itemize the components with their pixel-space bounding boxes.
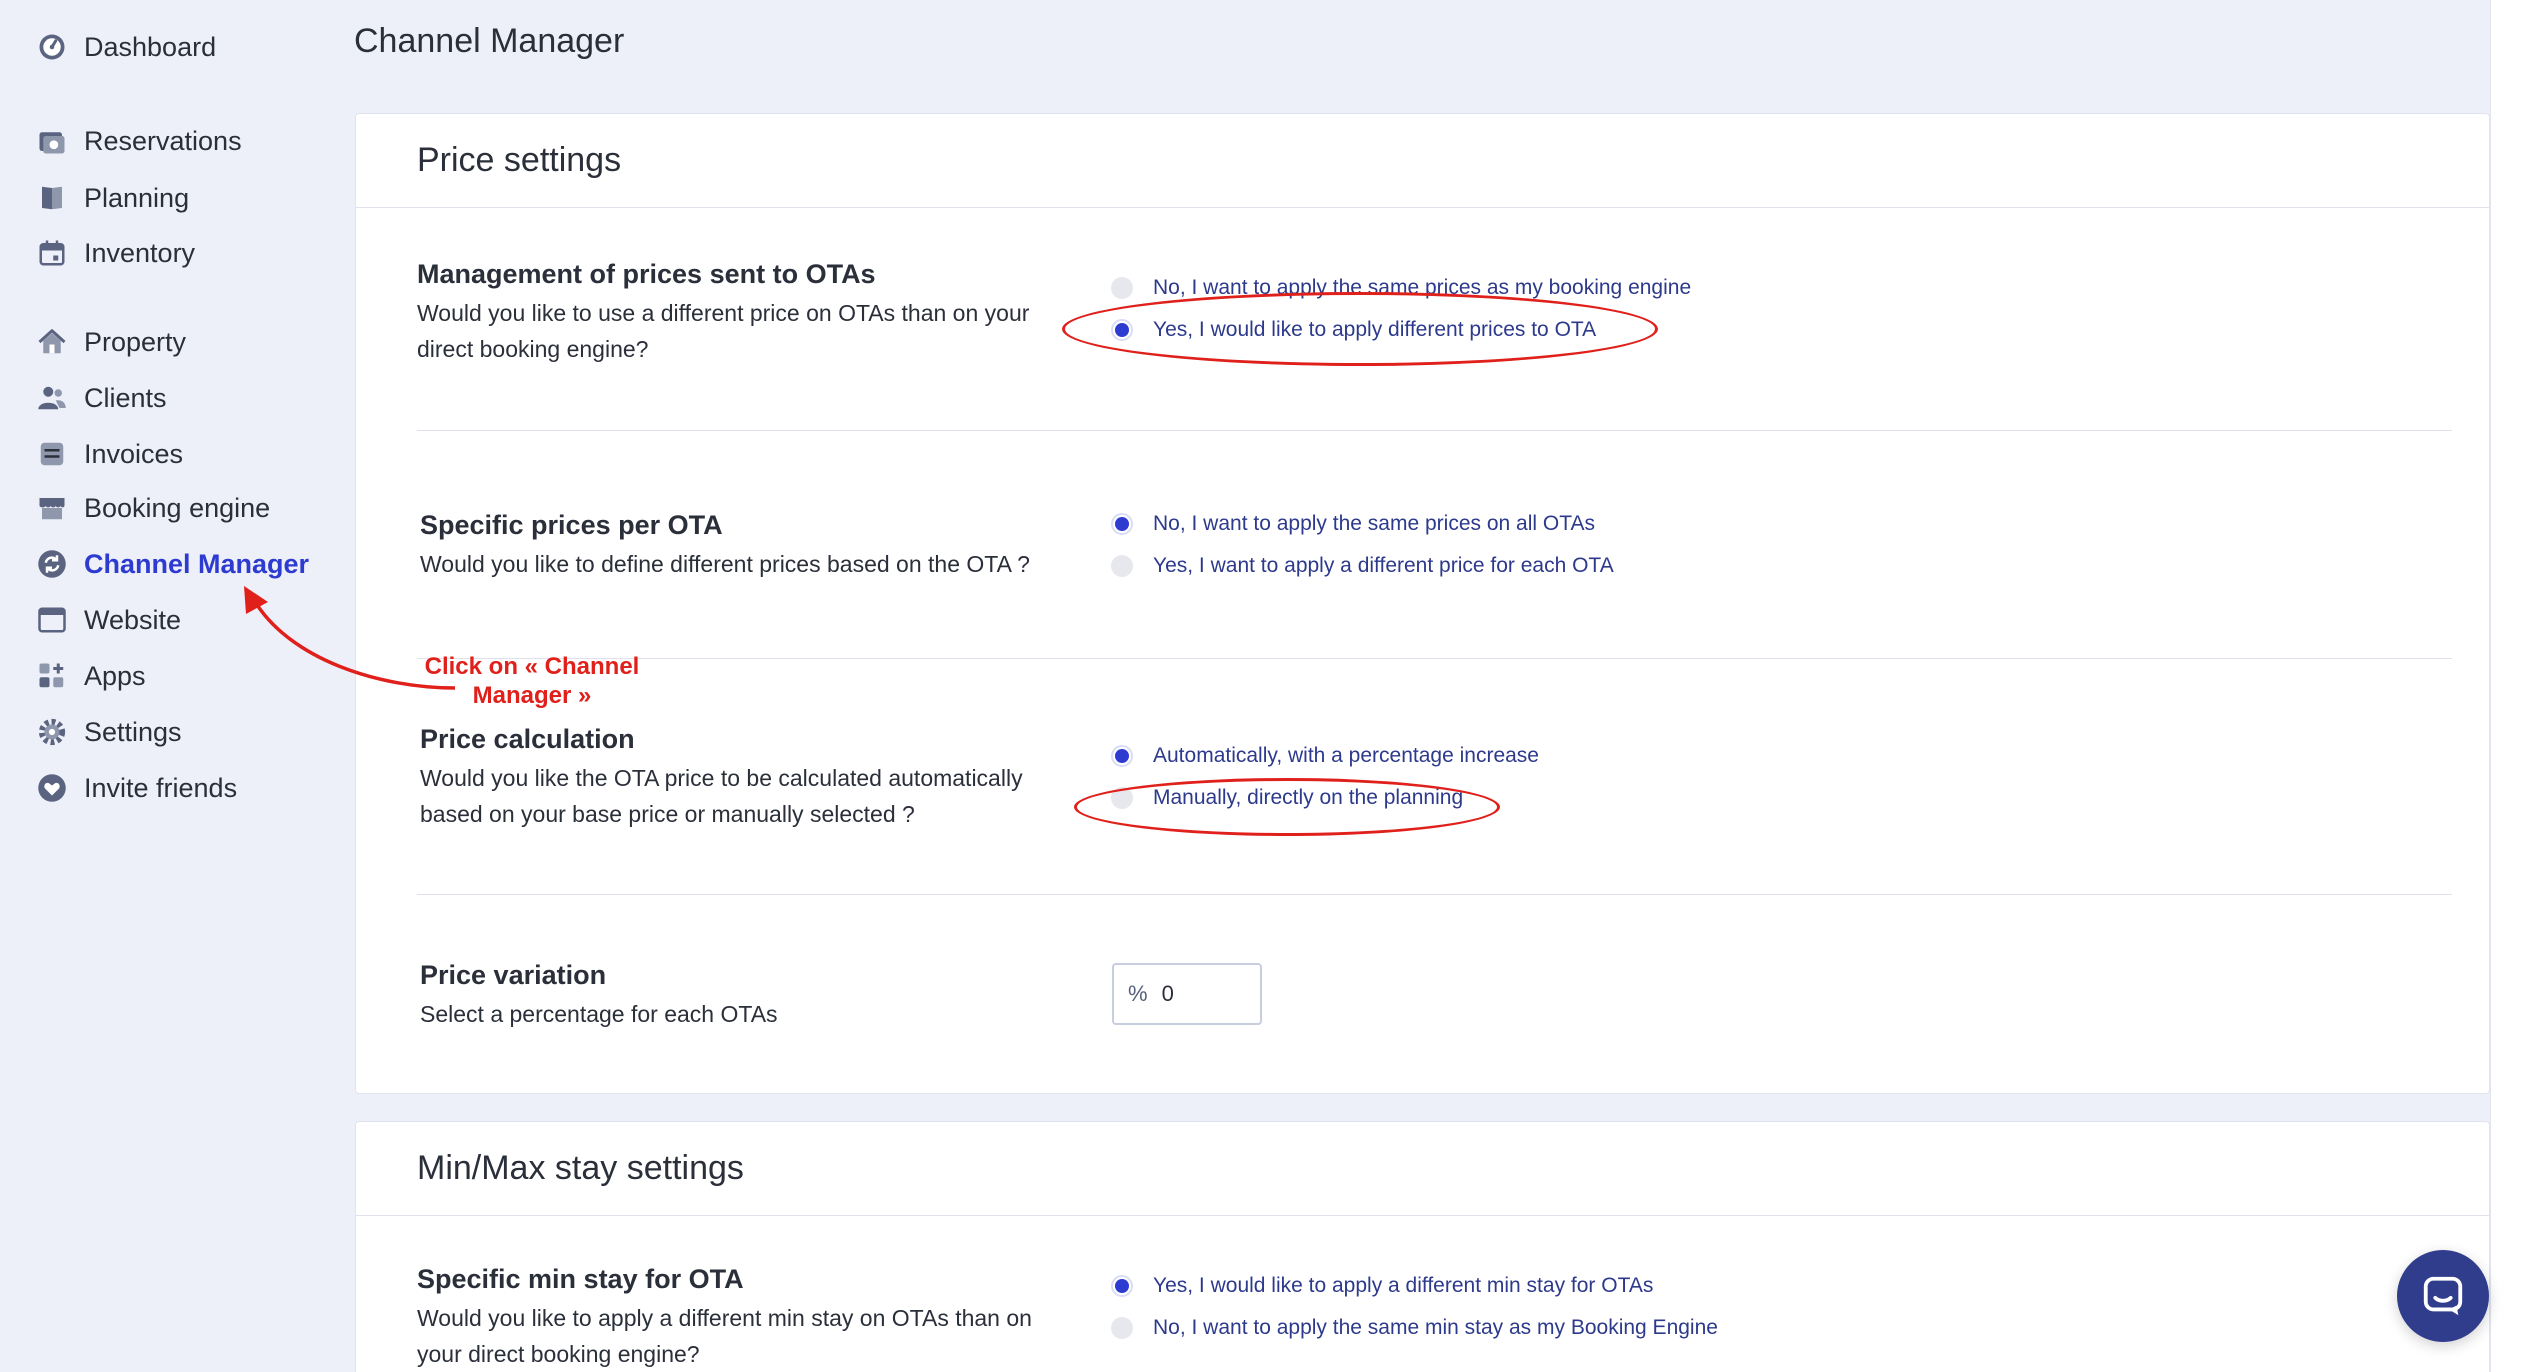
sidebar-item-label: Clients (84, 382, 167, 413)
min-stay-option-same[interactable]: No, I want to apply the same min stay as… (1111, 1316, 1718, 1340)
home-icon (36, 326, 68, 358)
radio-label: Yes, I want to apply a different price f… (1153, 554, 1614, 577)
reservations-icon (36, 125, 68, 157)
sidebar-item-booking-engine[interactable]: Booking engine (36, 486, 270, 530)
sidebar-item-label: Channel Manager (84, 548, 310, 579)
sidebar-item-dashboard[interactable]: Dashboard (36, 25, 216, 69)
sidebar-item-website[interactable]: Website (36, 598, 181, 642)
inventory-icon (36, 237, 68, 269)
sidebar-item-apps[interactable]: Apps (36, 654, 146, 698)
setting-title: Specific min stay for OTA (417, 1264, 744, 1294)
setting-description: Would you like the OTA price to be calcu… (420, 765, 1023, 827)
right-edge-strip (2490, 0, 2524, 1372)
sidebar-item-label: Invoices (84, 438, 184, 469)
setting-title: Price calculation (420, 724, 635, 754)
store-icon (36, 492, 68, 524)
chat-support-button[interactable] (2397, 1250, 2489, 1342)
percent-sign: % (1128, 981, 1148, 1006)
specific-option-different-prices[interactable]: Yes, I want to apply a different price f… (1111, 554, 1614, 578)
setting-title: Specific prices per OTA (420, 510, 723, 540)
sidebar-item-label: Booking engine (84, 492, 271, 523)
radio-label: Yes, I would like to apply a different m… (1153, 1274, 1654, 1297)
sidebar-item-label: Property (84, 326, 187, 357)
sync-icon (36, 548, 68, 580)
setting-description: Would you like to use a different price … (417, 300, 1030, 362)
radio-button[interactable] (1111, 555, 1133, 577)
sidebar-item-label: Reservations (84, 125, 242, 156)
percentage-field[interactable] (1161, 981, 1242, 1007)
specific-option-same-prices[interactable]: No, I want to apply the same prices on a… (1111, 512, 1595, 536)
divider (417, 658, 2452, 659)
radio-button[interactable] (1111, 277, 1133, 299)
divider (417, 430, 2452, 431)
clients-icon (36, 382, 68, 414)
sidebar-item-property[interactable]: Property (36, 320, 186, 364)
sidebar-item-label: Dashboard (84, 31, 217, 62)
sidebar-item-label: Settings (84, 716, 182, 747)
radio-label: No, I want to apply the same min stay as… (1153, 1316, 1718, 1339)
page-title: Channel Manager (354, 22, 625, 60)
sidebar-item-label: Website (84, 604, 182, 635)
gear-icon (36, 716, 68, 748)
sidebar-item-invoices[interactable]: Invoices (36, 432, 183, 476)
setting-description: Would you like to apply a different min … (417, 1305, 1032, 1367)
setting-title: Price variation (420, 960, 607, 990)
sidebar-item-label: Apps (84, 660, 146, 691)
setting-title: Management of prices sent to OTAs (417, 259, 876, 289)
apps-grid-icon (36, 660, 68, 692)
browser-window-icon (36, 604, 68, 636)
planning-icon (36, 182, 68, 214)
setting-description: Select a percentage for each OTAs (420, 1001, 778, 1027)
sidebar-item-label: Inventory (84, 237, 196, 268)
min-stay-option-different[interactable]: Yes, I would like to apply a different m… (1111, 1274, 1653, 1298)
heart-icon (36, 772, 68, 804)
annotation-arrow-icon (244, 586, 456, 690)
radio-label: Automatically, with a percentage increas… (1153, 744, 1539, 767)
sidebar-item-inventory[interactable]: Inventory (36, 231, 195, 275)
chat-icon (2423, 1276, 2463, 1316)
divider (417, 894, 2452, 895)
sidebar-item-planning[interactable]: Planning (36, 176, 189, 220)
minmax-settings-title: Min/Max stay settings (356, 1122, 2489, 1216)
radio-label: No, I want to apply the same prices on a… (1153, 512, 1595, 535)
sidebar-item-settings[interactable]: Settings (36, 710, 182, 754)
radio-button-checked[interactable] (1111, 745, 1133, 767)
setting-description: Would you like to define different price… (420, 551, 1030, 577)
sidebar-item-clients[interactable]: Clients (36, 376, 167, 420)
sidebar-item-label: Invite friends (84, 772, 238, 803)
radio-button-checked[interactable] (1111, 1275, 1133, 1297)
calculation-option-automatic[interactable]: Automatically, with a percentage increas… (1111, 744, 1539, 768)
price-settings-title: Price settings (356, 114, 2489, 208)
price-variation-input[interactable]: % (1112, 963, 1262, 1025)
radio-button[interactable] (1111, 1317, 1133, 1339)
highlight-ellipse-manual-planning (1074, 778, 1500, 836)
dashboard-icon (36, 31, 68, 63)
sidebar-item-label: Planning (84, 182, 190, 213)
price-settings-card: Price settings Management of prices sent… (355, 113, 2490, 1094)
sidebar-item-reservations[interactable]: Reservations (36, 119, 242, 163)
invoices-icon (36, 438, 68, 470)
radio-button-checked[interactable] (1111, 513, 1133, 535)
minmax-stay-settings-card: Min/Max stay settings Specific min stay … (355, 1121, 2490, 1372)
sidebar-item-invite-friends[interactable]: Invite friends (36, 766, 237, 810)
highlight-ellipse-different-prices (1062, 292, 1658, 366)
